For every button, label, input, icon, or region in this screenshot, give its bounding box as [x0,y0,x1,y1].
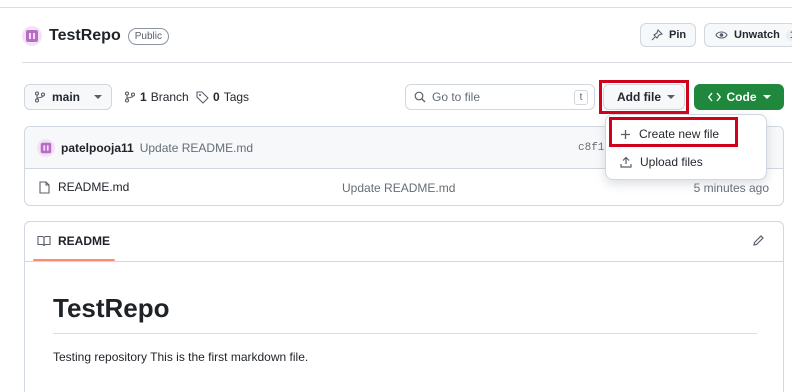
heading-rule [53,333,757,334]
watch-count: 1 [785,29,792,41]
repo-header: TestRepo Public [22,26,169,46]
create-new-file-highlight [609,117,738,147]
branch-icon [34,91,46,103]
header-divider [22,62,792,63]
book-icon [37,235,51,247]
code-label: Code [726,90,757,104]
tag-count: 0 [213,90,220,104]
file-name[interactable]: README.md [58,180,129,194]
readme-panel: README TestRepo Testing repository This … [24,221,784,392]
add-file-highlight [599,80,689,114]
branch-count: 1 [140,90,147,104]
branch-word: Branch [150,90,189,104]
readme-tab-label: README [58,234,111,248]
chevron-down-icon [94,94,102,100]
search-placeholder: Go to file [432,90,481,104]
upload-icon [620,156,632,168]
visibility-badge: Public [127,27,169,45]
branch-icon [124,91,136,103]
branch-selector[interactable]: main [24,84,112,110]
commit-message[interactable]: Update README.md [140,141,253,155]
readme-tab[interactable]: README [37,234,110,248]
code-icon [707,92,721,102]
commit-author[interactable]: patelpooja11 [61,141,134,155]
readme-body: Testing repository This is the first mar… [53,350,309,364]
branch-name: main [52,90,81,104]
go-to-file-search[interactable]: Go to file t [405,84,595,110]
top-divider [0,7,792,8]
branches-link[interactable]: 1 Branch [124,90,189,104]
menu-item-upload-files[interactable]: Upload files [606,150,766,174]
search-shortcut: t [574,90,588,105]
tag-icon [196,90,209,104]
pin-icon [651,29,663,41]
chevron-down-icon [762,94,771,100]
repo-name[interactable]: TestRepo [49,27,121,45]
file-icon [39,180,50,194]
pencil-icon[interactable] [752,234,765,247]
code-button[interactable]: Code [694,84,784,110]
tag-word: Tags [223,90,250,104]
file-commit-message[interactable]: Update README.md [342,181,455,195]
file-name-cell[interactable]: README.md [39,180,129,194]
tags-link[interactable]: 0 Tags [196,90,249,104]
file-updated-time: 5 minutes ago [693,181,769,195]
pin-label: Pin [669,29,687,41]
readme-divider [25,261,783,262]
repo-avatar [22,26,42,46]
unwatch-label: Unwatch [734,29,780,41]
menu-item-label: Upload files [640,155,703,169]
commit-info: patelpooja11 Update README.md [37,139,253,157]
eye-icon [715,29,728,41]
unwatch-button[interactable]: Unwatch 1 [704,23,792,47]
pin-button[interactable]: Pin [640,23,696,47]
user-avatar[interactable] [37,139,55,157]
search-icon [414,91,426,103]
readme-heading: TestRepo [53,293,170,323]
